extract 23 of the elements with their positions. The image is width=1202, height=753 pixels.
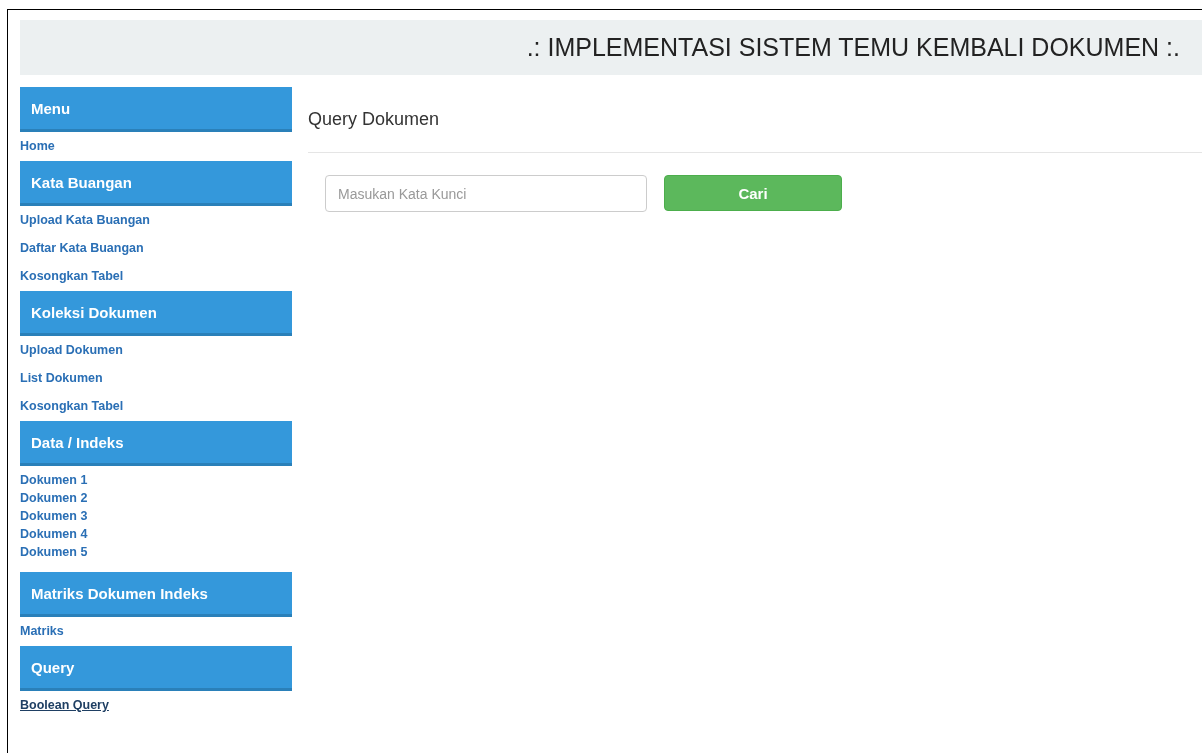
sidebar-link[interactable]: Kosongkan Tabel bbox=[20, 398, 124, 414]
sidebar-link[interactable]: Dokumen 4 bbox=[20, 526, 88, 542]
sidebar-link[interactable]: Dokumen 3 bbox=[20, 508, 88, 524]
section-heading: Menu bbox=[20, 87, 292, 132]
section-heading: Koleksi Dokumen bbox=[20, 291, 292, 336]
section-heading: Query bbox=[20, 646, 292, 691]
search-field[interactable]: Masukan Kata Kunci bbox=[325, 175, 647, 212]
sidebar-link[interactable]: Dokumen 2 bbox=[20, 490, 88, 506]
sidebar-link[interactable]: Upload Dokumen bbox=[20, 342, 123, 358]
sidebar-link[interactable]: Upload Kata Buangan bbox=[20, 212, 150, 228]
section-heading: Matriks Dokumen Indeks bbox=[20, 572, 292, 617]
sidebar-link[interactable]: Home bbox=[20, 138, 55, 154]
sidebar-link[interactable]: Boolean Query bbox=[20, 697, 109, 713]
sidebar-link[interactable]: Matriks bbox=[20, 623, 64, 639]
sidebar-link[interactable]: Dokumen 5 bbox=[20, 544, 88, 560]
section-heading: Data / Indeks bbox=[20, 421, 292, 466]
page-title: Query Dokumen bbox=[308, 109, 441, 130]
site-title: .: IMPLEMENTASI SISTEM TEMU KEMBALI DOKUMEN :. bbox=[526, 33, 1180, 62]
section-heading: Kata Buangan bbox=[20, 161, 292, 206]
sidebar-link[interactable]: Dokumen 1 bbox=[20, 472, 88, 488]
sidebar-link[interactable]: List Dokumen bbox=[20, 370, 103, 386]
sidebar-link[interactable]: Daftar Kata Buangan bbox=[20, 240, 144, 256]
sidebar-link[interactable]: Kosongkan Tabel bbox=[20, 268, 124, 284]
